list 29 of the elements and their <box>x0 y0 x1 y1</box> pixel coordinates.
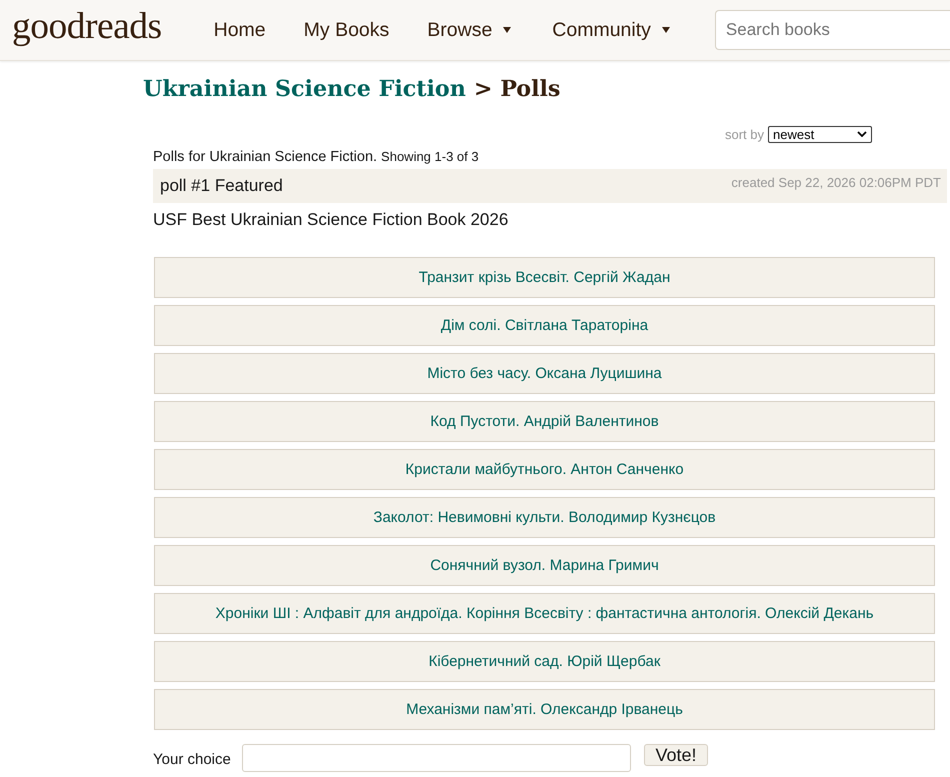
answer-option[interactable]: Механізми пам’яті. Олександр Ірванець <box>154 689 935 730</box>
chevron-down-icon <box>857 131 867 137</box>
answer-option[interactable]: Транзит крізь Всесвіт. Сергій Жадан <box>154 257 935 298</box>
answer-option[interactable]: Код Пустоти. Андрій Валентинов <box>154 401 935 442</box>
nav-link[interactable]: My Books <box>304 18 390 42</box>
logo[interactable]: goodreads <box>12 8 162 52</box>
sort-label: sort by <box>724 126 764 142</box>
created-date: created Sep 22, 2026 02:06PM PDT <box>731 175 941 190</box>
page-title: > Polls <box>474 76 560 102</box>
answer-option[interactable]: Кристали майбутнього. Антон Санченко <box>154 449 935 490</box>
poll-heading: poll #1 Featured <box>160 176 283 196</box>
answer-option[interactable]: Місто без часу. Оксана Луцишина <box>154 353 935 394</box>
vote-button[interactable]: Vote! <box>644 744 708 766</box>
nav-link[interactable]: Community <box>552 18 673 42</box>
answer-option[interactable]: Заколот: Невимовні культи. Володимир Кузнєцов <box>154 497 935 538</box>
answer-option[interactable]: Хроніки ШІ : Алфавіт для андроїда. Коріння Всесвіту : фантастична антологія. Олексій Декань <box>154 593 935 634</box>
sort-select[interactable]: newest <box>768 126 872 142</box>
choice-label: Your choice <box>153 751 232 768</box>
choice-input[interactable] <box>242 744 631 772</box>
group-link[interactable]: Ukrainian Science Fiction <box>143 76 466 102</box>
answer-option[interactable]: Сонячний вузол. Марина Гримич <box>154 545 935 586</box>
summary-text: Polls for Ukrainian Science Fiction. <box>153 149 378 165</box>
poll-question: USF Best Ukrainian Science Fiction Book 2026 <box>153 210 510 230</box>
answer-option[interactable]: Дім солі. Світлана Тараторіна <box>154 305 935 346</box>
answer-option[interactable]: Кібернетичний сад. Юрій Щербак <box>154 641 935 682</box>
result-count: Showing 1-3 of 3 <box>381 149 479 164</box>
nav-link[interactable]: Home <box>214 18 266 42</box>
nav-link[interactable]: Browse <box>427 18 514 42</box>
search-field[interactable]: Search books <box>714 10 950 50</box>
